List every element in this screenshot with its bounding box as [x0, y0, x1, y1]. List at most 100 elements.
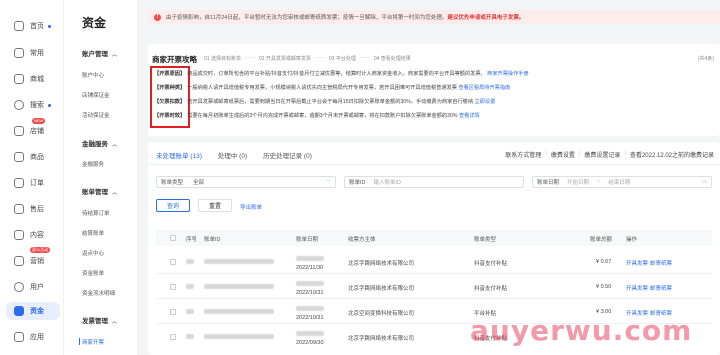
row-checkbox[interactable] [170, 334, 176, 340]
row-checkbox[interactable] [170, 259, 176, 265]
rail-item-label: 售后 [30, 206, 44, 213]
rail-item-funds[interactable]: 资金 [6, 302, 60, 320]
reset-button[interactable]: 重置 [198, 199, 232, 212]
menu-rebate-center[interactable]: 返点中心 [82, 249, 104, 257]
blurred-date [296, 331, 324, 336]
section-title: 资金 [82, 16, 107, 30]
rail-item-apps[interactable]: 应用 [14, 329, 62, 345]
rail-item-search[interactable]: 搜索 [14, 97, 62, 113]
mail-paper-link[interactable]: 邮寄纸票 [650, 284, 672, 292]
date-separator: ~ [597, 179, 601, 185]
menu-pending-orders[interactable]: 待结算订单 [82, 209, 110, 217]
rail-item-orders[interactable]: 订单 [14, 175, 62, 191]
chevron-up-icon: ︿ [112, 319, 118, 325]
query-button[interactable]: 查询 [156, 199, 190, 212]
folder-icon [14, 48, 24, 58]
tab-history[interactable]: 历史处理记录 (0) [263, 150, 312, 160]
rule-text: 一般纳税人请开具增值税专用发票，小规模纳税人请优先向主管税局代开专用发票，若开具… [187, 85, 457, 91]
menu-fund-bills[interactable]: 资金账单 [82, 269, 104, 277]
blurred-date [296, 306, 324, 311]
rail-item-label: 应用 [30, 334, 44, 341]
rule-link[interactable]: 商家开票操作手册 [487, 71, 529, 77]
menu-account-center[interactable]: 账户中心 [82, 71, 104, 79]
row-checkbox[interactable] [170, 309, 176, 315]
alert-icon: ! [154, 13, 161, 21]
store-icon [14, 74, 24, 84]
rail-item-common[interactable]: 常用 [14, 45, 62, 61]
rule-link[interactable]: 查看详情 [459, 113, 480, 119]
group-label: 金融服务 [82, 141, 108, 148]
bill-id-label: 账单ID [349, 180, 366, 186]
menu-merchant-invoice[interactable]: 商家开票 [78, 338, 104, 346]
rail-item-label: 内容 [30, 232, 44, 239]
user-icon [14, 282, 24, 292]
main-content: ! 由于疫情影响，自11月24日起，平台暂时无法为您审核或邮寄纸质发票；疫情一旦… [138, 0, 720, 355]
payment-settings-link[interactable]: 缴费设置 [551, 150, 575, 159]
rule-text: 商品成交时，订单所包含的平台补贴/抖音支付/抖音月付立减优惠等，结算时计入商家资… [187, 71, 486, 77]
rule-tag: 【开票原因】 [154, 71, 186, 77]
rail-item-shop[interactable]: 店铺 [14, 123, 62, 139]
bill-date-label: 账单日期 [537, 180, 560, 186]
group-label: 发票管理 [82, 318, 108, 325]
bill-date: 2022/10/31 [296, 315, 324, 321]
bill-date-range[interactable]: 账单日期 开始日期 ~ 结束日期 ▭ [532, 176, 712, 188]
menu-settlement-bills[interactable]: 结算账单 [82, 229, 104, 237]
search-icon [14, 100, 24, 110]
issue-invoice-link[interactable]: 开具发票 [626, 284, 648, 292]
blurred-date [296, 256, 324, 261]
select-all-checkbox[interactable] [170, 235, 176, 241]
bill-type-select[interactable]: 账单类型 全部 ﹀ [156, 176, 336, 188]
rail-item-mall[interactable]: 商城 [14, 71, 62, 87]
rule-tag: 【开票时效】 [154, 113, 186, 119]
chevron-down-icon: ﹀ [325, 179, 331, 186]
export-link[interactable]: 导出账单 [240, 203, 262, 211]
tab-unprocessed[interactable]: 未处理账单 (13) [156, 150, 202, 165]
table-row: 2022/10/31 北京字跳网络技术有限公司 抖音支付补贴 ¥ 0.50 开具… [156, 275, 712, 299]
menu-fund-flow[interactable]: 资金流水明细 [82, 289, 115, 297]
col-actions: 操作 [626, 237, 638, 243]
menu-activity-deposit[interactable]: 活动保证金 [82, 111, 110, 119]
payment-records-link[interactable]: 缴费设置记录 [584, 150, 620, 159]
invoice-strategy-card: 商家开票攻略 01 选择目标账单 —— 02 开具发票或邮寄发票 —— 03 平台处… [148, 44, 720, 136]
old-records-link[interactable]: 查看2022.12.02之前的缴费记录 [630, 150, 714, 159]
rail-item-label: 订单 [30, 180, 44, 187]
menu-finance-service[interactable]: 金融服务 [82, 160, 104, 168]
col-bill-id: 账单ID [204, 237, 221, 243]
box-icon [14, 152, 24, 162]
rail-item-home[interactable]: 首页 [14, 18, 62, 34]
rule-link[interactable]: 查看区税局待开票指南 [458, 85, 510, 91]
amount: ¥ 0.07 [596, 259, 612, 265]
group-bills[interactable]: 账单管理 ︿ [82, 186, 117, 196]
rule-link[interactable]: 立即设置 [475, 99, 496, 105]
bill-type-label: 账单类型 [161, 180, 184, 186]
col-amount: 账单总额 [590, 237, 613, 243]
menu-shop-deposit[interactable]: 店铺保证金 [82, 91, 110, 99]
date-end[interactable]: 结束日期 [608, 178, 630, 186]
rail-item-users[interactable]: 用户 [14, 279, 62, 295]
group-account[interactable]: 账户管理 ︿ [82, 48, 117, 58]
rail-item-content[interactable]: 内容 [14, 227, 62, 243]
blurred-index [186, 334, 194, 339]
group-label: 账户管理 [82, 51, 108, 58]
step-4: 04 查看处理结果 [373, 56, 411, 62]
blurred-bill-id [204, 334, 274, 339]
rule-text: 需要在每月初账单生成后的3个月内完成开票或邮寄，逾期3个月未开票或邮寄，将在扣款… [187, 113, 458, 119]
bill-id-input[interactable]: 账单ID 输入账单ID [344, 176, 524, 188]
tab-processing[interactable]: 处理中 (0) [218, 150, 247, 160]
rail-item-marketing[interactable]: 营销 [14, 253, 62, 269]
contact-settings-link[interactable]: 联系方式管理 [505, 150, 541, 159]
date-start[interactable]: 开始日期 [567, 178, 589, 186]
blurred-bill-id [204, 284, 274, 289]
rail-item-aftersale[interactable]: 售后 [14, 201, 62, 217]
issue-invoice-link[interactable]: 开具发票 [626, 259, 648, 267]
group-finance[interactable]: 金融服务 ︿ [82, 138, 117, 148]
group-invoice[interactable]: 发票管理 ︿ [82, 315, 117, 325]
rail-item-label: 商城 [30, 76, 44, 83]
chevron-up-icon: ︿ [112, 190, 118, 196]
chevron-up-icon: ︿ [112, 142, 118, 148]
megaphone-icon [14, 256, 24, 266]
rule-text: 若开具发票或邮寄纸票后，需要到期当日在开票后截止平台会于每月15日扣除欠票账单金… [187, 99, 474, 105]
rail-item-goods[interactable]: 商品 [14, 149, 62, 165]
row-checkbox[interactable] [170, 284, 176, 290]
mail-paper-link[interactable]: 邮寄纸票 [650, 259, 672, 267]
